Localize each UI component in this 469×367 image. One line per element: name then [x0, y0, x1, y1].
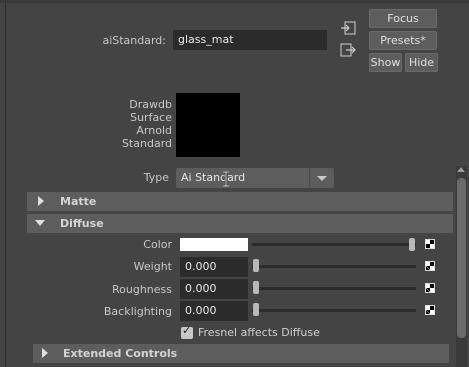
color-swatch[interactable] — [180, 238, 248, 251]
color-slider[interactable] — [252, 243, 416, 246]
collapsed-arrow-icon — [42, 348, 48, 358]
show-button[interactable]: Show — [369, 53, 402, 72]
swatch-line: Surface — [130, 111, 172, 124]
map-checker-icon[interactable] — [425, 283, 435, 293]
dropdown-arrow-button[interactable] — [309, 168, 334, 188]
material-swatch[interactable] — [176, 93, 240, 157]
backlighting-field[interactable]: 0.000 — [180, 301, 248, 321]
swatch-line: Drawdb — [129, 98, 172, 111]
type-label: Type — [143, 171, 169, 184]
roughness-field[interactable]: 0.000 — [180, 279, 248, 299]
input-connection-icon[interactable] — [340, 21, 356, 35]
weight-field[interactable]: 0.000 — [180, 257, 248, 277]
section-title: Matte — [60, 195, 97, 208]
text-cursor-icon — [221, 170, 231, 188]
swatch-line: Arnold — [136, 124, 172, 137]
section-header-matte[interactable]: Matte — [27, 192, 453, 211]
top-border — [0, 0, 469, 3]
node-name-field[interactable]: glass_mat — [173, 30, 327, 50]
weight-slider[interactable] — [252, 265, 416, 268]
type-dropdown-value: Ai Standard — [181, 171, 246, 184]
expanded-arrow-icon — [35, 220, 45, 226]
left-border — [5, 3, 6, 367]
focus-button[interactable]: Focus — [369, 9, 437, 28]
backlighting-slider-handle[interactable] — [253, 303, 259, 316]
section-header-diffuse[interactable]: Diffuse — [27, 214, 453, 233]
checkmark-icon: ✓ — [182, 324, 192, 337]
color-slider-handle[interactable] — [409, 238, 415, 251]
collapsed-arrow-icon — [38, 196, 44, 206]
fresnel-label: Fresnel affects Diffuse — [198, 326, 320, 339]
map-checker-icon[interactable] — [425, 239, 435, 249]
map-checker-icon[interactable] — [425, 305, 435, 315]
scrollbar-thumb[interactable] — [457, 178, 466, 338]
section-header-extended-controls[interactable]: Extended Controls — [33, 344, 449, 363]
backlighting-label: Backlighting — [103, 305, 172, 318]
scroll-up-arrow-icon[interactable] — [457, 167, 465, 172]
roughness-label: Roughness — [111, 283, 172, 296]
swatch-description: Drawdb Surface Arnold Standard — [100, 98, 172, 150]
backlighting-slider[interactable] — [252, 309, 416, 312]
roughness-slider-handle[interactable] — [253, 281, 259, 294]
weight-slider-handle[interactable] — [253, 259, 259, 272]
fresnel-checkbox[interactable]: ✓ — [181, 324, 193, 339]
section-title: Diffuse — [60, 217, 104, 230]
presets-button[interactable]: Presets* — [369, 31, 437, 50]
chevron-down-icon — [317, 176, 327, 181]
weight-label: Weight — [133, 260, 172, 273]
hide-button[interactable]: Hide — [405, 53, 438, 72]
swatch-line: Standard — [121, 137, 172, 150]
color-label: Color — [143, 238, 172, 251]
type-dropdown[interactable]: Ai Standard — [176, 168, 334, 188]
map-checker-icon[interactable] — [425, 261, 435, 271]
node-type-label: aiStandard: — [102, 34, 166, 47]
roughness-slider[interactable] — [252, 287, 416, 290]
section-title: Extended Controls — [63, 347, 178, 360]
output-connection-icon[interactable] — [340, 43, 356, 57]
